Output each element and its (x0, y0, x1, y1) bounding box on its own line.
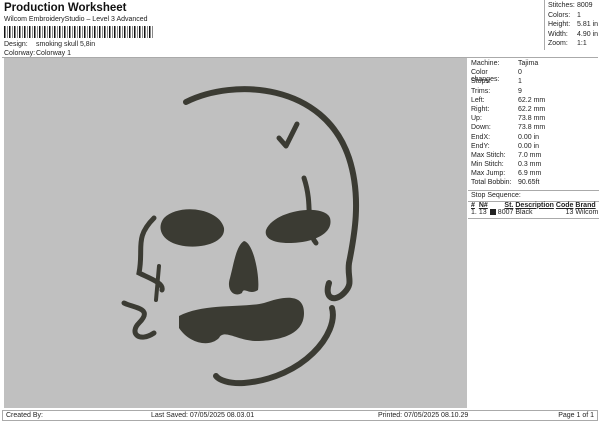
machine-info-row: Left: 62.2 mm (468, 97, 599, 106)
info-label: Trims: (471, 87, 491, 95)
cell: 1. (471, 209, 477, 217)
created-by: Created By: (6, 412, 43, 419)
info-value: 0.3 mm (518, 161, 542, 169)
info-label: Left: (471, 96, 485, 104)
stat-value: 1:1 (577, 40, 587, 47)
skull-embroidery (121, 86, 360, 387)
stat-value: 8009 (577, 2, 593, 9)
info-label: Max Stitch: (471, 151, 506, 159)
cranium-outline (183, 86, 360, 302)
software-name: Wilcom EmbroideryStudio – Level 3 Advanc… (4, 16, 148, 23)
col-header: Code (555, 201, 574, 209)
machine-info-row: Right: 62.2 mm (468, 106, 599, 115)
info-label: Down: (471, 124, 491, 132)
mouth-cigarette (179, 297, 304, 344)
info-value: 62.2 mm (518, 96, 546, 104)
nose-cavity (228, 241, 259, 295)
info-label: Color changes: (471, 69, 500, 84)
info-value: 0 (518, 69, 522, 77)
cheek-line-lower (154, 264, 161, 302)
stat-label: Zoom: (548, 40, 568, 47)
eye-socket-right (265, 209, 331, 243)
machine-info-row: Down: 73.8 mm (468, 124, 599, 133)
design-label: Design: (4, 41, 28, 48)
info-label: EndY: (471, 142, 490, 150)
eye-socket-left (160, 209, 225, 247)
info-value: 7.0 mm (518, 151, 542, 159)
machine-info-row: Max Stitch: 7.0 mm (468, 152, 599, 161)
col-header: N# (478, 201, 488, 209)
table-row: 1. 13 8007 Black 13 Wilcom (470, 208, 599, 217)
machine-info-panel: Machine: Tajima Color changes: 0 Stops: 1 Trim… (468, 58, 599, 408)
info-label: Up: (471, 115, 482, 123)
cell: 13 (565, 209, 574, 217)
col-header: # (471, 201, 475, 209)
stop-sequence-table: # N# St. Description Code Brand 1. 13 80… (470, 202, 599, 217)
printed-date: Printed: 07/05/2025 08.10.29 (378, 412, 469, 419)
machine-info-row: Trims: 9 (468, 88, 599, 97)
info-value: 62.2 mm (518, 105, 546, 113)
colorway-label: Colorway: (4, 50, 36, 57)
col-header: Brand (575, 201, 596, 209)
info-label: Max Jump: (471, 170, 506, 178)
machine-info-row: Machine: Tajima (468, 60, 599, 69)
info-value: 0.00 in (518, 133, 540, 141)
footer: Created By: Last Saved: 07/05/2025 08.03… (2, 410, 598, 421)
cell: Black (515, 209, 533, 217)
stat-label: Height: (548, 21, 571, 28)
col-header: Description (515, 201, 554, 209)
color-swatch (489, 208, 497, 217)
cell: 8007 (497, 209, 514, 217)
stat-label: Colors: (548, 11, 571, 19)
design-value: smoking skull 5,8in (36, 41, 96, 48)
info-label: Machine: (471, 60, 500, 67)
info-value: 73.8 mm (518, 124, 546, 132)
stat-value: 5.81 in (577, 21, 599, 28)
page-title: Production Worksheet (4, 2, 127, 14)
info-value: Tajima (518, 60, 539, 67)
machine-info-row: EndX: 0.00 in (468, 134, 599, 143)
page-number: Page 1 of 1 (558, 412, 594, 419)
info-value: 1 (518, 78, 522, 86)
info-value: 9 (518, 87, 522, 95)
stat-label: Width: (548, 30, 568, 38)
machine-info-row: Up: 73.8 mm (468, 115, 599, 124)
info-value: 6.9 mm (518, 170, 542, 178)
machine-info-row: Stops: 1 (468, 78, 599, 87)
machine-info-row: Total Bobbin: 90.65ft (468, 179, 599, 188)
info-value: 73.8 mm (518, 115, 546, 123)
cell: Wilcom (575, 209, 599, 217)
stat-value: 1 (577, 11, 581, 19)
barcode (4, 26, 154, 38)
info-value: 90.65ft (518, 179, 540, 187)
info-label: Total Bobbin: (471, 179, 512, 187)
machine-info-row: Color changes: 0 (468, 69, 599, 84)
info-value: 0.00 in (518, 142, 540, 150)
stat-value: 4.90 in (577, 30, 599, 38)
cranium-notch (276, 121, 300, 149)
last-saved: Last Saved: 07/05/2025 08.03.01 (151, 412, 255, 419)
colorway-value: Colorway 1 (36, 50, 72, 57)
info-label: Right: (471, 105, 490, 113)
info-label: Stops: (471, 78, 491, 86)
machine-info-row: Max Jump: 6.9 mm (468, 170, 599, 179)
smoke-line (121, 300, 157, 340)
machine-info-row: EndY: 0.00 in (468, 143, 599, 152)
info-label: EndX: (471, 133, 491, 141)
design-preview (4, 58, 467, 408)
info-label: Min Stitch: (471, 161, 504, 169)
stats-box: Stitches: 8009 Colors: 1 Height: 5.81 in Wi… (544, 0, 599, 50)
stat-label: Stitches: (548, 2, 575, 9)
cell: 13 (478, 209, 487, 217)
stop-sequence-title: Stop Sequence: (471, 191, 521, 199)
col-header: St. (504, 201, 514, 209)
machine-info-row: Min Stitch: 0.3 mm (468, 161, 599, 170)
